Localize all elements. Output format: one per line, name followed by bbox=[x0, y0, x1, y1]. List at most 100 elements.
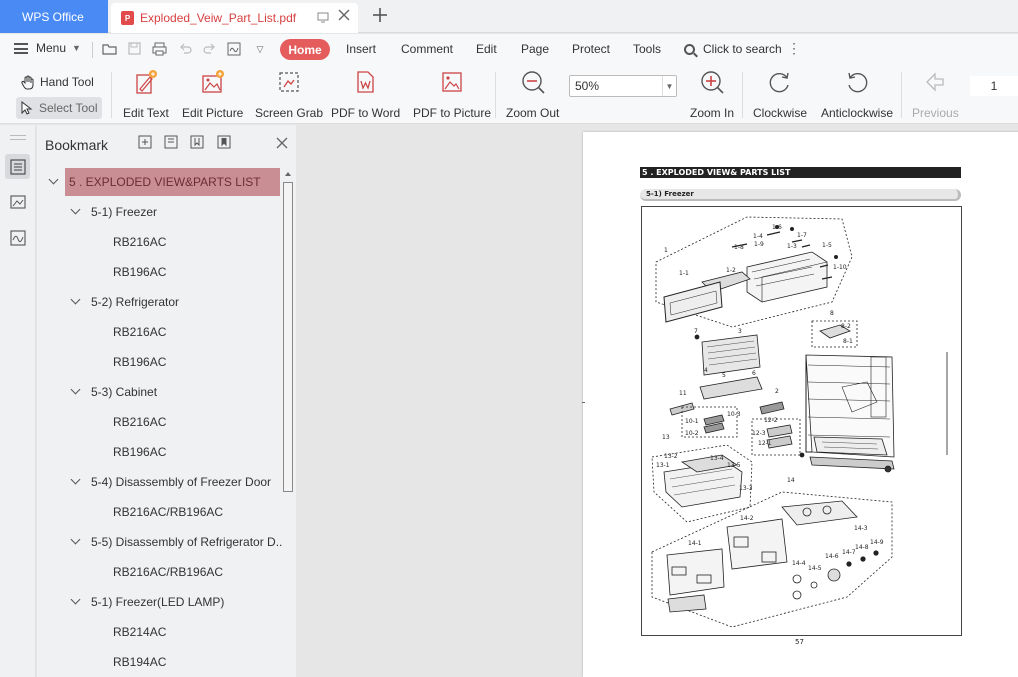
tab-edit[interactable]: Edit bbox=[476, 42, 497, 56]
part-callout-label: 12-1 bbox=[758, 440, 772, 447]
bookmark-options-icon[interactable] bbox=[217, 135, 231, 149]
signature-panel-button[interactable] bbox=[5, 225, 30, 250]
bookmark-leaf-item[interactable]: RB216AC bbox=[37, 407, 283, 437]
edit-picture-button[interactable]: Edit Picture bbox=[182, 69, 243, 120]
bookmark-section-item[interactable]: 5-1) Freezer(LED LAMP) bbox=[37, 587, 283, 617]
bookmark-section-item[interactable]: 5-1) Freezer bbox=[37, 197, 283, 227]
bookmark-leaf-item[interactable]: RB216AC/RB196AC bbox=[37, 557, 283, 587]
float-window-icon[interactable] bbox=[317, 11, 329, 26]
tab-page[interactable]: Page bbox=[521, 42, 549, 56]
tab-tools[interactable]: Tools bbox=[633, 42, 661, 56]
chevron-down-icon[interactable] bbox=[49, 176, 59, 186]
part-callout-label: 4 bbox=[704, 367, 708, 374]
collapse-all-icon[interactable] bbox=[164, 135, 178, 149]
exploded-view-drawing: 11-1 1-21-31-41-51-61-71-8 1-91-102345 6788… bbox=[651, 216, 948, 628]
chevron-down-icon: ▼ bbox=[72, 43, 81, 53]
bookmark-leaf-item[interactable]: RB216AC bbox=[37, 227, 283, 257]
redo-icon[interactable] bbox=[202, 42, 216, 56]
bookmark-leaf-item[interactable]: RB194AC bbox=[37, 647, 283, 677]
tab-comment[interactable]: Comment bbox=[401, 42, 453, 56]
wps-office-tab[interactable]: WPS Office bbox=[0, 0, 108, 33]
bookmark-section-item[interactable]: 5-4) Disassembly of Freezer Door bbox=[37, 467, 283, 497]
bookmark-section-item[interactable]: 5-3) Cabinet bbox=[37, 377, 283, 407]
pdf-to-picture-button[interactable]: PDF to Picture bbox=[413, 69, 491, 120]
pdf-to-picture-label: PDF to Picture bbox=[413, 106, 492, 120]
bookmark-section-item[interactable]: 5-2) Refrigerator bbox=[37, 287, 283, 317]
pdf-to-word-button[interactable]: PDF to Word bbox=[331, 69, 400, 120]
select-tool-label: Select Tool bbox=[39, 101, 98, 115]
search-command[interactable]: Click to search bbox=[684, 42, 782, 56]
rotate-clockwise-icon bbox=[767, 69, 793, 95]
exploded-view-diagram: 1 1-1 1-2 1-3 1-4 1-5 1-6 1-7 1-8 1-9 1-10 2 3 4 5 6 7 8 8… bbox=[641, 206, 962, 636]
expand-all-icon[interactable] bbox=[138, 135, 152, 149]
hand-tool-button[interactable]: Hand Tool bbox=[16, 71, 99, 93]
page-number-input[interactable]: 1 bbox=[970, 76, 1018, 96]
zoom-in-label: Zoom In bbox=[690, 106, 735, 120]
part-callout-label: 10-2 bbox=[685, 430, 699, 437]
arrow-left-icon bbox=[922, 69, 948, 95]
tab-insert[interactable]: Insert bbox=[346, 42, 376, 56]
chevron-down-icon[interactable] bbox=[71, 536, 81, 546]
print-icon[interactable] bbox=[152, 42, 167, 56]
document-subsection-header: 5-1) Freezer bbox=[640, 189, 961, 201]
menu-button[interactable]: Menu ▼ bbox=[14, 41, 81, 55]
zoom-level-select[interactable]: 50% ▼ bbox=[569, 75, 677, 97]
bookmark-root-item[interactable]: 5 . EXPLODED VIEW&PARTS LIST bbox=[37, 167, 283, 197]
undo-icon[interactable] bbox=[178, 42, 192, 56]
bookmark-leaf-item[interactable]: RB214AC bbox=[37, 617, 283, 647]
chevron-down-icon[interactable] bbox=[71, 296, 81, 306]
more-options-icon[interactable]: ⋮ bbox=[787, 40, 801, 57]
bookmark-label: RB216AC bbox=[113, 325, 167, 339]
part-callout-label: 13-5 bbox=[727, 462, 741, 469]
previous-page-button[interactable]: Previous bbox=[912, 69, 959, 120]
more-dropdown-icon[interactable]: ▽ bbox=[253, 42, 267, 56]
bookmark-leaf-item[interactable]: RB216AC bbox=[37, 317, 283, 347]
chevron-down-icon[interactable] bbox=[71, 476, 81, 486]
bookmark-label: RB216AC bbox=[113, 235, 167, 249]
bookmark-leaf-item[interactable]: RB216AC/RB196AC bbox=[37, 497, 283, 527]
new-tab-icon[interactable] bbox=[373, 4, 387, 28]
scrollbar-thumb[interactable] bbox=[283, 182, 293, 492]
part-callout-label: 14-2 bbox=[740, 515, 754, 522]
edit-text-button[interactable]: Edit Text bbox=[123, 69, 169, 120]
edit-text-label: Edit Text bbox=[123, 106, 169, 120]
tab-protect[interactable]: Protect bbox=[572, 42, 610, 56]
thumbnail-panel-button[interactable] bbox=[5, 189, 30, 214]
chevron-down-icon[interactable] bbox=[71, 206, 81, 216]
bookmark-leaf-item[interactable]: RB196AC bbox=[37, 437, 283, 467]
screen-grab-button[interactable]: Screen Grab bbox=[255, 69, 323, 120]
rail-handle bbox=[10, 135, 26, 140]
zoom-in-button[interactable]: Zoom In bbox=[690, 69, 734, 120]
part-callout-label: 1-5 bbox=[822, 242, 832, 249]
add-bookmark-icon[interactable] bbox=[190, 135, 204, 149]
bookmark-label: 5 . EXPLODED VIEW&PARTS LIST bbox=[69, 175, 261, 189]
chevron-down-icon[interactable] bbox=[71, 596, 81, 606]
ribbon-divider bbox=[901, 72, 902, 118]
bookmark-label: 5-1) Freezer(LED LAMP) bbox=[91, 595, 225, 609]
bookmark-leaf-item[interactable]: RB196AC bbox=[37, 347, 283, 377]
close-panel-icon[interactable] bbox=[276, 133, 288, 154]
bookmark-panel-button[interactable] bbox=[5, 154, 30, 179]
divider bbox=[92, 42, 93, 58]
bookmark-list-icon bbox=[9, 158, 26, 175]
rotate-anticlockwise-button[interactable]: Anticlockwise bbox=[821, 69, 893, 120]
select-tool-button[interactable]: Select Tool bbox=[16, 97, 103, 119]
bookmark-label: RB194AC bbox=[113, 655, 167, 669]
bookmark-section-item[interactable]: 5-5) Disassembly of Refrigerator D... bbox=[37, 527, 286, 557]
open-folder-icon[interactable] bbox=[102, 42, 117, 56]
part-callout-label: 1-7 bbox=[797, 232, 807, 239]
document-tab[interactable]: P Exploded_Veiw_Part_List.pdf bbox=[111, 3, 358, 33]
ribbon-divider bbox=[495, 72, 496, 118]
bookmark-leaf-item[interactable]: RB196AC bbox=[37, 257, 283, 287]
close-tab-icon[interactable] bbox=[338, 9, 350, 24]
save-icon[interactable] bbox=[127, 42, 141, 56]
zoom-out-button[interactable]: Zoom Out bbox=[506, 69, 559, 120]
scroll-up-icon[interactable] bbox=[285, 172, 291, 176]
rotate-clockwise-button[interactable]: Clockwise bbox=[753, 69, 807, 120]
document-canvas[interactable]: 5 . EXPLODED VIEW& PARTS LIST 5-1) Freez… bbox=[296, 125, 1018, 677]
anticlockwise-label: Anticlockwise bbox=[821, 106, 894, 120]
bookmark-label: RB216AC bbox=[113, 415, 167, 429]
chevron-down-icon[interactable] bbox=[71, 386, 81, 396]
signature-icon[interactable] bbox=[227, 42, 241, 56]
tab-home[interactable]: Home bbox=[280, 39, 330, 60]
